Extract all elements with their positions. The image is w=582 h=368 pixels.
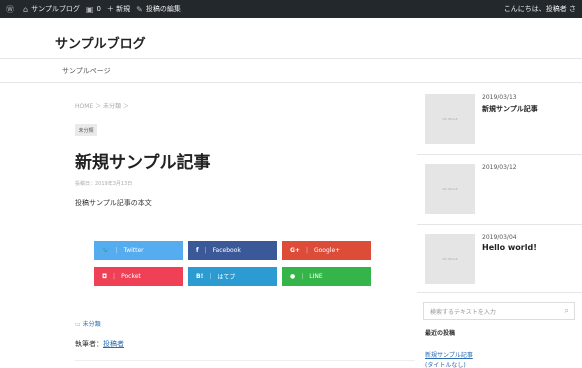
share-label: Google+	[313, 247, 341, 254]
admin-bar-account[interactable]: こんにちは、投稿者 さ	[504, 0, 576, 18]
author-divider	[75, 360, 415, 361]
twitter-icon: 🐦	[102, 247, 110, 254]
recent-posts-heading: 最近の投稿	[425, 330, 456, 337]
admin-bar-edit-label: 投稿の編集	[145, 5, 181, 13]
sidebar-post-date: 2019/03/12	[482, 164, 517, 171]
no-image-thumbnail: NO IMAGE	[425, 94, 475, 144]
recent-post-link[interactable]: (タイトルなし)	[425, 360, 466, 368]
post-title: 新規サンプル記事	[75, 153, 211, 173]
post-author: 執筆者：投稿者	[75, 339, 124, 349]
search-placeholder: 検索するテキストを入力	[430, 308, 496, 316]
pocket-icon: ◘	[102, 273, 108, 280]
admin-bar-edit[interactable]: ✎ 投稿の編集	[136, 4, 181, 14]
post-body: 投稿サンプル記事の本文	[75, 199, 152, 207]
sidebar-post-title: Hello world!	[482, 243, 537, 252]
admin-bar-site-name: サンプルブログ	[31, 5, 80, 13]
post-date: 投稿日：2019年3月13日	[75, 181, 133, 187]
wordpress-logo-icon[interactable]: Ⓦ	[6, 4, 17, 15]
sidebar-post-date: 2019/03/13	[482, 94, 517, 101]
line-icon: ●	[290, 273, 296, 280]
admin-bar-site-link[interactable]: ⌂ サンプルブログ	[23, 4, 80, 14]
hatena-icon: B!	[196, 273, 204, 280]
share-button-hatena[interactable]: B! | はてブ	[188, 267, 277, 286]
recent-post-link[interactable]: 新規サンプル記事	[425, 350, 473, 359]
sidebar-post-item[interactable]: NO IMAGE 2019/03/13 新規サンプル記事	[425, 94, 575, 146]
sidebar-post-item[interactable]: NO IMAGE 2019/03/04 Hello world!	[425, 234, 575, 286]
search-input[interactable]: 検索するテキストを入力 ⌕	[423, 302, 575, 320]
share-button-line[interactable]: ● | LINE	[282, 267, 371, 286]
admin-bar-new[interactable]: ＋ 新規	[107, 4, 130, 14]
sidebar-post-title: 新規サンプル記事	[482, 105, 538, 113]
admin-bar-greeting: こんにちは、投稿者 さ	[503, 5, 576, 13]
admin-bar: Ⓦ ⌂ サンプルブログ ▣ 0 ＋ 新規 ✎ 投稿の編集 こんにちは、投稿者 さ	[0, 0, 582, 18]
post-category-link[interactable]: 未分類	[83, 321, 101, 328]
sidebar-post-date: 2019/03/04	[482, 234, 517, 241]
share-label: Twitter	[123, 247, 144, 254]
share-button-googleplus[interactable]: G+ | Google+	[282, 241, 371, 260]
category-tag[interactable]: 未分類	[75, 124, 97, 136]
global-nav: サンプルページ	[0, 59, 582, 83]
sidebar-post-item[interactable]: NO IMAGE 2019/03/12	[425, 164, 575, 216]
post-category: ▭ 未分類	[75, 319, 101, 328]
pencil-icon: ✎	[136, 4, 143, 14]
breadcrumb[interactable]: HOME ＞ 未分類 ＞	[75, 101, 129, 110]
folder-icon: ▭	[75, 321, 81, 328]
site-title[interactable]: サンプルブログ	[55, 33, 146, 52]
share-button-pocket[interactable]: ◘ | Pocket	[94, 267, 183, 286]
sidebar-divider	[417, 292, 582, 293]
share-label: はてブ	[217, 274, 236, 281]
comment-icon: ▣	[85, 4, 94, 14]
sidebar-divider	[417, 224, 582, 225]
share-label: LINE	[309, 273, 323, 280]
admin-bar-new-label: ＋ 新規	[106, 5, 131, 13]
nav-item-sample-page[interactable]: サンプルページ	[62, 66, 111, 76]
no-image-thumbnail: NO IMAGE	[425, 164, 475, 214]
no-image-thumbnail: NO IMAGE	[425, 234, 475, 284]
share-label: Facebook	[212, 247, 241, 254]
sidebar-divider	[417, 154, 582, 155]
share-button-twitter[interactable]: 🐦 | Twitter	[94, 241, 183, 260]
googleplus-icon: G+	[290, 247, 300, 254]
facebook-icon: f	[196, 247, 199, 254]
comments-count: 0	[96, 5, 101, 13]
author-label: 執筆者：	[75, 340, 103, 348]
share-button-facebook[interactable]: f | Facebook	[188, 241, 277, 260]
admin-bar-comments[interactable]: ▣ 0	[86, 5, 101, 14]
share-label: Pocket	[121, 273, 141, 280]
home-icon: ⌂	[23, 4, 29, 14]
search-icon[interactable]: ⌕	[565, 306, 569, 316]
author-link[interactable]: 投稿者	[103, 340, 124, 348]
